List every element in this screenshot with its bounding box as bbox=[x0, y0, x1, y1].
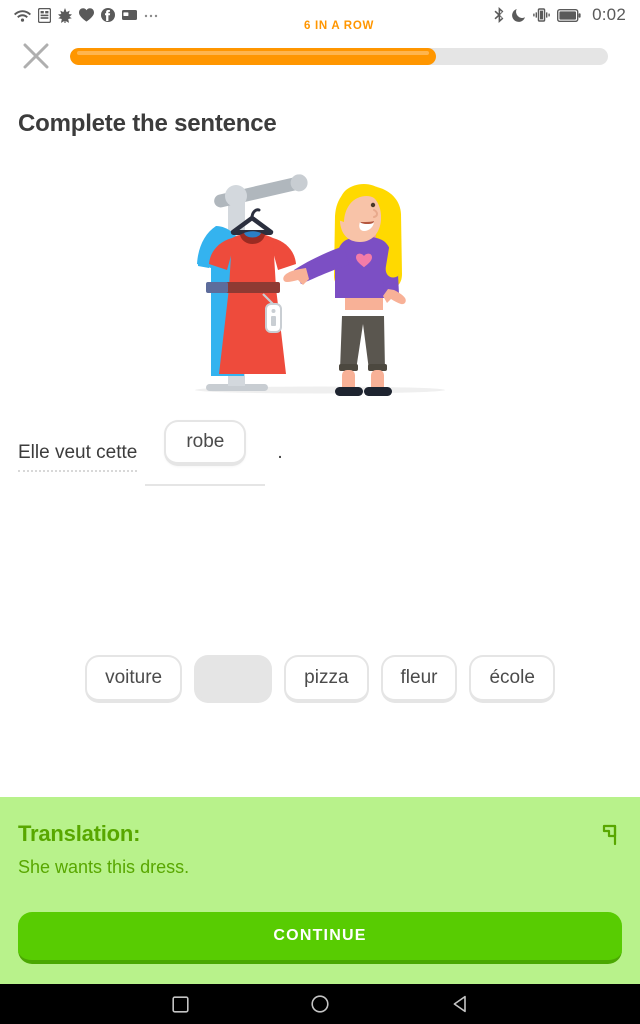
word-bank-tile-ecole[interactable]: école bbox=[469, 655, 555, 703]
recents-button[interactable] bbox=[165, 989, 195, 1019]
streak-label: 6 IN A ROW bbox=[303, 20, 375, 32]
word-bank-tile-fleur[interactable]: fleur bbox=[380, 655, 458, 703]
do-not-disturb-moon-icon bbox=[512, 9, 526, 22]
lesson-top-bar: 6 IN A ROW bbox=[0, 20, 640, 82]
challenge-illustration bbox=[0, 148, 640, 398]
status-bar-right-icons: 0:02 bbox=[494, 5, 626, 25]
facebook-icon bbox=[101, 8, 115, 22]
feedback-panel: Translation: She wants this dress. CONTI… bbox=[0, 797, 640, 984]
heart-icon bbox=[79, 8, 94, 22]
close-x-icon bbox=[23, 43, 49, 69]
android-nav-bar bbox=[0, 984, 640, 1024]
progress-bar-fill bbox=[70, 47, 436, 65]
word-bank-tile-pizza[interactable]: pizza bbox=[284, 655, 369, 703]
home-circle-icon bbox=[311, 995, 329, 1013]
bluetooth-icon bbox=[494, 7, 504, 23]
progress-bar-wrapper: 6 IN A ROW bbox=[70, 20, 608, 76]
status-bar-left-icons bbox=[14, 7, 158, 23]
back-triangle-icon bbox=[453, 995, 466, 1013]
wifi-icon bbox=[14, 10, 31, 22]
sentence-prefix: Elle veut cette bbox=[18, 442, 138, 472]
continue-button[interactable]: CONTINUE bbox=[18, 912, 622, 964]
sim-card-icon bbox=[38, 7, 51, 23]
translation-header: Translation: bbox=[18, 821, 141, 846]
word-bank: voiture robe pizza fleur école bbox=[0, 655, 640, 703]
word-bank-tile-robe-used: robe bbox=[194, 655, 273, 703]
more-icon bbox=[144, 14, 158, 18]
back-button[interactable] bbox=[445, 989, 475, 1019]
sentence-punctuation: . bbox=[277, 442, 283, 463]
filled-word-tile[interactable]: robe bbox=[164, 420, 247, 466]
sentence-blank-slot[interactable]: robe bbox=[145, 420, 266, 486]
card-icon bbox=[122, 10, 137, 20]
page-title: Complete the sentence bbox=[18, 110, 277, 137]
translation-text: She wants this dress. bbox=[18, 857, 190, 877]
recents-square-icon bbox=[171, 995, 189, 1013]
woman-pointing-at-red-dress-illustration bbox=[195, 174, 445, 396]
word-bank-tile-voiture[interactable]: voiture bbox=[85, 655, 183, 703]
progress-bar-track bbox=[70, 47, 608, 65]
leaf-icon bbox=[58, 7, 72, 23]
report-flag-icon bbox=[602, 824, 617, 846]
sentence-builder-row: Elle veut cette robe . bbox=[0, 420, 640, 490]
status-bar-clock: 0:02 bbox=[592, 5, 626, 24]
battery-icon bbox=[557, 8, 581, 22]
report-flag-button[interactable] bbox=[590, 819, 622, 851]
home-button[interactable] bbox=[305, 989, 335, 1019]
close-button[interactable] bbox=[16, 36, 56, 76]
vibrate-icon bbox=[533, 8, 550, 22]
